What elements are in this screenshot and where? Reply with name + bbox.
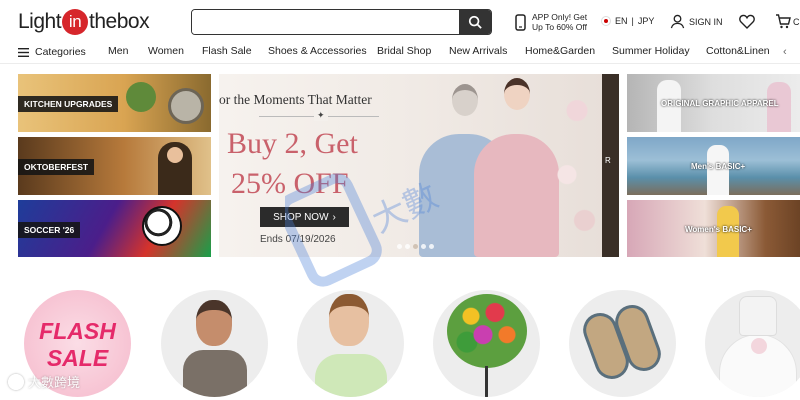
wishlist-button[interactable] xyxy=(739,14,755,34)
banner-original-graphic-apparel[interactable]: ORIGINAL GRAPHIC APPAREL xyxy=(627,74,800,132)
flower-stake-image xyxy=(485,366,488,397)
category-men[interactable] xyxy=(161,290,268,397)
carousel-dot-active[interactable] xyxy=(413,244,418,249)
banner-label: ORIGINAL GRAPHIC APPAREL xyxy=(661,99,779,108)
cart-icon xyxy=(776,14,791,29)
nav-item-women[interactable]: Women xyxy=(148,45,184,57)
plant-image xyxy=(126,82,156,112)
man-shirt-image xyxy=(183,350,247,397)
banner-label: SOCCER '26 xyxy=(18,222,81,238)
next-slide-letter: R xyxy=(605,156,611,165)
hero-headline-line1: Buy 2, Get xyxy=(227,127,358,160)
artificial-flowers-image xyxy=(447,294,527,368)
shop-now-button[interactable]: SHOP NOW › xyxy=(260,207,349,227)
banner-label: Men's BASIC+ xyxy=(691,162,746,171)
banner-soccer[interactable]: SOCCER '26 xyxy=(18,200,211,257)
main-nav: Categories Men Women Flash Sale Shoes & … xyxy=(0,42,800,64)
category-women[interactable] xyxy=(297,290,404,397)
nav-item-new-arrivals[interactable]: New Arrivals xyxy=(449,45,507,57)
japan-flag-icon xyxy=(601,16,611,26)
nav-item-shoes-accessories[interactable]: Shoes & Accessories xyxy=(268,45,367,57)
logo-suffix: thebox xyxy=(89,10,150,33)
banner-label: OKTOBERFEST xyxy=(18,159,95,175)
sign-in-link[interactable]: SIGN IN xyxy=(670,14,723,29)
user-icon xyxy=(670,14,685,29)
categories-menu[interactable]: Categories xyxy=(18,46,86,58)
bouquet-image xyxy=(751,338,767,354)
banner-label: Women's BASIC+ xyxy=(685,225,752,234)
app-promo[interactable]: APP Only! Get Up To 60% Off xyxy=(515,12,587,32)
flash-sale-line2: SALE xyxy=(46,345,109,371)
cart-label: C xyxy=(793,16,800,27)
banner-womens-basic[interactable]: Women's BASIC+ xyxy=(627,200,800,257)
hero-tagline: or the Moments That Matter xyxy=(219,92,372,107)
carousel-dot[interactable] xyxy=(421,244,426,249)
hero-end-date: Ends 07/19/2026 xyxy=(260,234,336,245)
logo-prefix: Light xyxy=(18,10,62,33)
nav-scroll-left-icon[interactable]: ‹ xyxy=(783,46,787,58)
currency-label: JPY xyxy=(637,16,655,26)
carousel-dot[interactable] xyxy=(397,244,402,249)
face-image xyxy=(167,147,183,163)
woman-top-image xyxy=(315,354,387,397)
nav-item-bridal-shop[interactable]: Bridal Shop xyxy=(377,45,431,57)
hero-headline-line2: 25% OFF xyxy=(231,167,349,200)
man-face-image xyxy=(196,300,232,346)
soccer-ball-image xyxy=(142,206,182,246)
category-shoes[interactable] xyxy=(569,290,676,397)
carousel-dot[interactable] xyxy=(429,244,434,249)
app-promo-line1: APP Only! Get xyxy=(532,12,588,22)
woman-face-image xyxy=(329,294,369,346)
search-bar xyxy=(191,9,492,35)
app-promo-line2: Up To 60% Off xyxy=(532,22,587,32)
search-icon xyxy=(468,15,482,29)
nav-item-cotton-linen[interactable]: Cotton&Linen xyxy=(706,45,770,57)
divider: | xyxy=(631,16,634,26)
banner-label: KITCHEN UPGRADES xyxy=(18,96,119,112)
pan-image xyxy=(168,88,204,124)
category-bridal[interactable] xyxy=(705,290,800,397)
watermark-text: 大數跨境 xyxy=(28,375,81,390)
search-input[interactable] xyxy=(192,10,462,34)
model-pink-dress-image xyxy=(474,78,559,257)
phone-icon xyxy=(515,13,526,31)
cart-button[interactable]: C xyxy=(775,14,800,29)
watermark-corner: 大數跨境 xyxy=(8,372,80,391)
flowers-image xyxy=(552,74,602,257)
search-button[interactable] xyxy=(459,10,491,34)
carousel-dot[interactable] xyxy=(405,244,410,249)
wedding-dress-bodice-image xyxy=(739,296,777,336)
site-header: Light in thebox APP Only! Get Up To 60% Of… xyxy=(0,0,800,42)
heart-icon xyxy=(739,14,755,29)
banner-kitchen-upgrades[interactable]: KITCHEN UPGRADES xyxy=(18,74,211,132)
chevron-right-icon: › xyxy=(332,211,336,223)
nav-item-flash-sale[interactable]: Flash Sale xyxy=(202,45,252,57)
carousel-dots xyxy=(397,244,434,249)
site-logo[interactable]: Light in thebox xyxy=(18,9,150,35)
nav-item-summer-holiday[interactable]: Summer Holiday xyxy=(612,45,690,57)
shop-now-label: SHOP NOW xyxy=(273,211,329,223)
language-label: EN xyxy=(615,16,628,26)
language-currency-selector[interactable]: EN | JPY xyxy=(601,16,654,26)
next-slide-peek: R xyxy=(602,74,619,257)
category-home-garden[interactable] xyxy=(433,290,540,397)
nav-item-men[interactable]: Men xyxy=(108,45,128,57)
hero-banner[interactable]: or the Moments That Matter ✦ Buy 2, Get … xyxy=(219,74,619,257)
menu-icon xyxy=(18,47,29,57)
star-icon: ✦ xyxy=(314,110,328,121)
watermark-ring-icon xyxy=(8,373,24,390)
banner-mens-basic[interactable]: Men's BASIC+ xyxy=(627,137,800,195)
banner-oktoberfest[interactable]: OKTOBERFEST xyxy=(18,137,211,195)
categories-label: Categories xyxy=(35,46,86,58)
flash-sale-line1: FLASH xyxy=(39,318,116,344)
sign-in-label: SIGN IN xyxy=(689,16,723,27)
nav-item-home-garden[interactable]: Home&Garden xyxy=(525,45,595,57)
logo-in-badge: in xyxy=(62,9,89,35)
